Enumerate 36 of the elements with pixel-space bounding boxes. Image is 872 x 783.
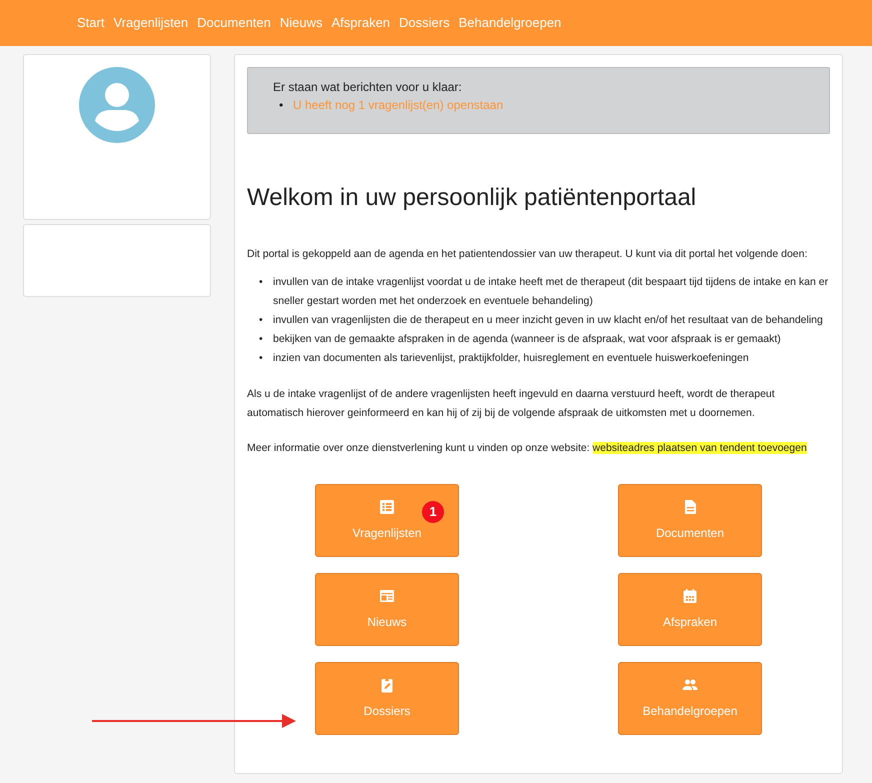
nav-link-item[interactable]: Start <box>77 13 104 33</box>
list-item: invullen van vragenlijsten die de therapeut en u meer inzicht geven in uw klacht en/of het resultaat van de behandeling <box>273 312 823 328</box>
list-icon <box>379 498 395 515</box>
tile-button[interactable]: Nieuws <box>315 572 459 646</box>
tile-button[interactable]: Dossiers <box>315 662 459 735</box>
tile-button[interactable]: Afspraken <box>618 572 762 646</box>
intro-text: Dit portal is gekoppeld aan de agenda en het patientendossier van uw therapeut. U kunt via dit portal het volgende doen: <box>247 246 808 262</box>
calendar-icon <box>682 588 698 604</box>
avatar-icon <box>79 67 155 143</box>
bullet-mark: • <box>259 274 264 290</box>
info-text: Meer informatie over onze dienstverlening kunt u vinden op onze website: <box>247 442 590 454</box>
count-badge: 1 <box>422 500 444 523</box>
clipboard-icon <box>379 676 395 693</box>
page-heading: Welkom in uw persoonlijk patiëntenportaal <box>247 184 698 213</box>
list-item: invullen van de intake vragenlijst voordat u de intake heeft met de therapeut (dit bespaart tijd tijdens de intake en kan er sneller gestart worden met het onderzoek en eventuele behandeling) <box>273 274 830 309</box>
nav-link-item[interactable]: Afspraken <box>332 13 390 33</box>
nav-link-item[interactable]: Vragenlijsten <box>113 13 188 33</box>
paragraph-text: Als u de intake vragenlijst of de andere vragenlijsten heeft ingevuld en daarna verstuurd heeft, wordt de therapeut automatisch hierover geinformeerd en kan hij of zij bij de volgende afspraak de uitkomsten met u doornemen. <box>247 386 776 421</box>
list-item: inzien van documenten als tarievenlijst, praktijkfolder, huisreglement en eventuele huiswerkoefeningen <box>273 350 749 366</box>
nav-link-item[interactable]: Nieuws <box>280 13 322 33</box>
list-item: bekijken van de gemaakte afspraken in de agenda (wanneer is de afspraak, wat voor afspraak is er gemaakt) <box>273 332 781 347</box>
nav-link-item[interactable]: Behandelgroepen <box>458 13 562 33</box>
message-title: Er staan wat berichten voor u klaar: <box>273 79 463 96</box>
tile-button[interactable]: Documenten <box>618 484 762 557</box>
nav-link-item[interactable]: Documenten <box>197 13 271 33</box>
document-icon <box>682 498 698 515</box>
newspaper-icon <box>379 588 395 604</box>
people-icon <box>682 676 698 693</box>
tile-button[interactable]: Behandelgroepen <box>618 662 762 735</box>
nav-link-item[interactable]: Dossiers <box>399 13 450 33</box>
bullet-mark: • <box>259 350 264 366</box>
tile-button[interactable]: Vragenlijsten 1 <box>315 484 459 557</box>
message-link[interactable]: U heeft nog 1 vragenlijst(en) openstaan <box>293 98 504 112</box>
bullet-mark: • <box>259 312 264 328</box>
bullet-mark: • <box>259 332 264 347</box>
bullet-mark: • <box>279 97 284 114</box>
